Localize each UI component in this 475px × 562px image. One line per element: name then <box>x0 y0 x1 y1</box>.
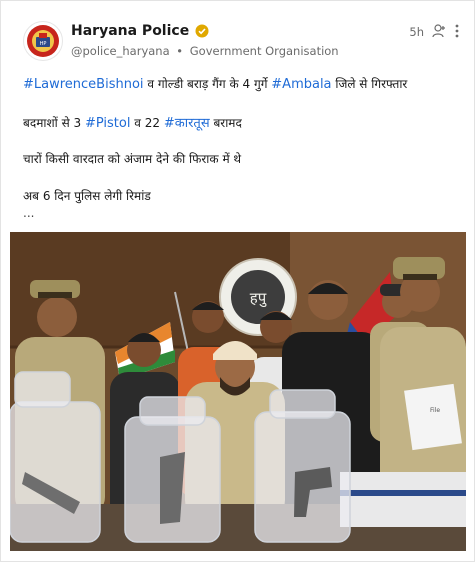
account-type: Government Organisation <box>189 44 339 58</box>
hashtag-kartoos[interactable]: #कारतूस <box>164 116 210 131</box>
post-text-ellipsis[interactable]: ... <box>23 206 34 220</box>
post-line-2-text-b: व 22 <box>130 116 164 130</box>
folder-text: File <box>430 407 440 414</box>
hashtag-lawrencebishnoi[interactable]: #LawrenceBishnoi <box>23 77 144 92</box>
author-name[interactable]: Haryana Police <box>71 23 189 39</box>
author-avatar[interactable]: HP <box>23 21 63 61</box>
post-line-2-text-a: बदमाशों से 3 <box>23 116 85 130</box>
add-person-icon[interactable] <box>432 23 446 39</box>
post-line-1: #LawrenceBishnoi व गोल्डी बराड़ गैंग के … <box>23 75 407 92</box>
post-line-2-text-c: बरामद <box>209 116 242 130</box>
meta-separator: • <box>176 44 184 58</box>
author-handle[interactable]: @police_haryana <box>71 44 170 58</box>
post-line-2: बदमाशों से 3 #Pistol व 22 #कारतूस बरामद <box>23 113 242 131</box>
press-conference-image: हपु File <box>10 232 466 551</box>
evidence-jar-3 <box>254 389 351 543</box>
verified-badge-icon <box>195 24 209 38</box>
more-options-icon[interactable] <box>450 23 464 39</box>
post-card: HP Haryana Police @police_haryana • Gove… <box>0 0 475 562</box>
svg-text:HP: HP <box>40 41 47 47</box>
post-time: 5h <box>409 25 424 39</box>
hashtag-ambala[interactable]: #Ambala <box>271 77 331 92</box>
post-line-1-text-a: व गोल्डी बराड़ गैंग के 4 गुर्गे <box>143 77 272 91</box>
post-photo[interactable]: हपु File <box>10 232 466 551</box>
hashtag-pistol[interactable]: #Pistol <box>85 116 131 131</box>
post-line-4: अब 6 दिन पुलिस लेगी रिमांड <box>23 189 151 203</box>
author-meta: @police_haryana • Government Organisatio… <box>71 44 339 58</box>
post-line-1-text-b: जिले से गिरफ्तार <box>331 77 408 91</box>
board-text: हपु <box>250 289 267 308</box>
post-line-3: चारों किसी वारदात को अंजाम देने की फिराक… <box>23 152 242 166</box>
haryana-police-emblem-icon: HP <box>27 25 59 57</box>
author-name-row: Haryana Police <box>71 23 209 39</box>
